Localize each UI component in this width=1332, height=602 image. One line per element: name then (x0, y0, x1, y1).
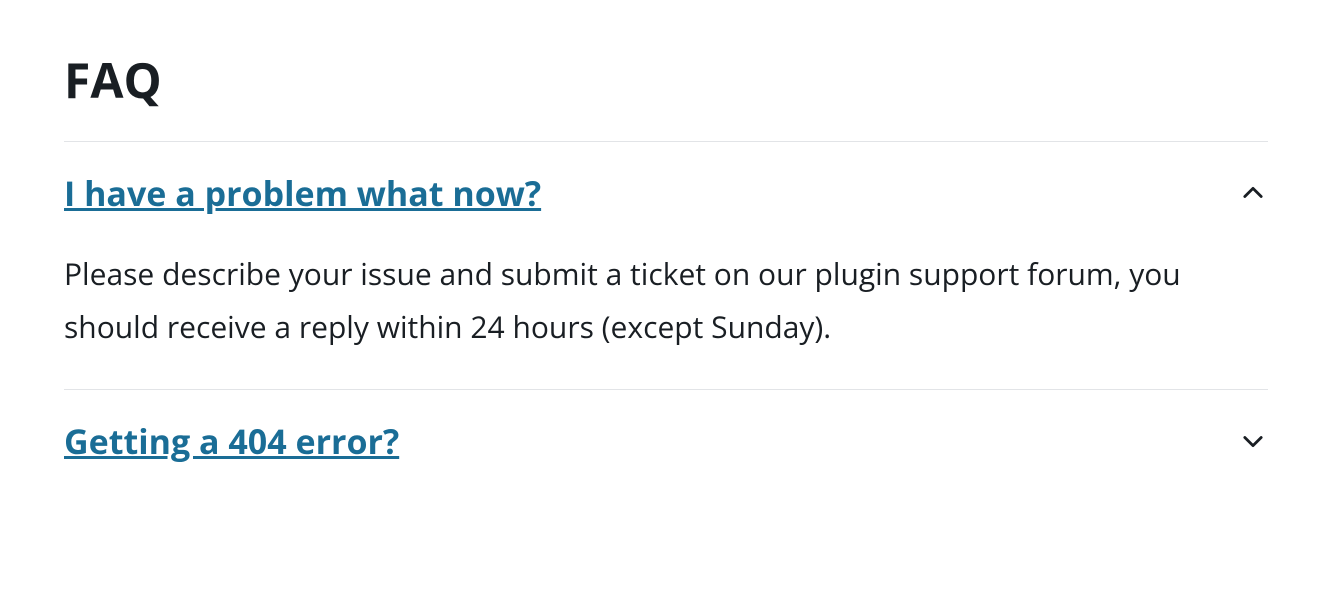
faq-answer: Please describe your issue and submit a … (64, 244, 1268, 389)
chevron-down-icon (1238, 426, 1268, 456)
faq-title: FAQ (64, 48, 1268, 113)
chevron-up-icon (1238, 178, 1268, 208)
faq-toggle[interactable]: I have a problem what now? (64, 142, 1268, 244)
faq-item: I have a problem what now? Please descri… (64, 141, 1268, 389)
faq-toggle[interactable]: Getting a 404 error? (64, 390, 1268, 492)
faq-question[interactable]: Getting a 404 error? (64, 418, 399, 464)
faq-item: Getting a 404 error? (64, 389, 1268, 492)
faq-question[interactable]: I have a problem what now? (64, 170, 541, 216)
